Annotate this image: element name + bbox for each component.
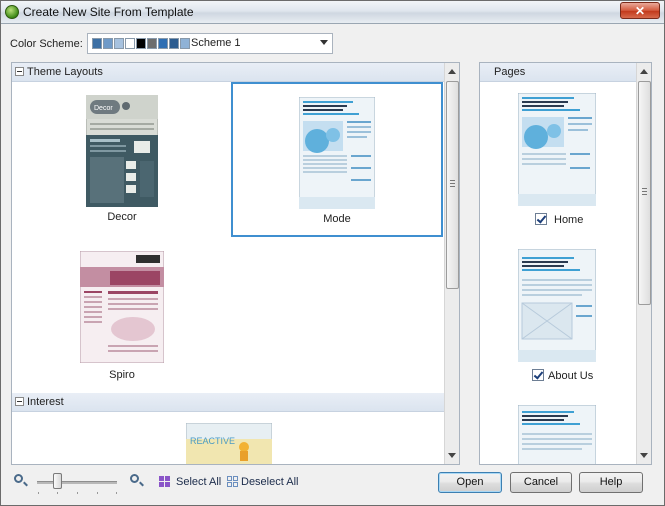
grip-line <box>450 186 455 187</box>
deselect-all-button[interactable]: Deselect All <box>241 476 298 488</box>
page-item-home[interactable] <box>517 92 598 209</box>
zoom-in-icon[interactable] <box>130 474 139 483</box>
interest-thumbnail: REACTIVE <box>185 422 273 464</box>
page-label-home: Home <box>554 214 584 226</box>
zoom-out-icon[interactable] <box>14 474 23 483</box>
slider-tick <box>116 492 117 494</box>
interest-preview-text: REACTIVE <box>190 436 235 446</box>
scroll-down-icon[interactable] <box>640 453 648 458</box>
template-name: Mode <box>323 213 351 225</box>
create-site-dialog: Create New Site From Template ✕ Color Sc… <box>0 0 665 506</box>
color-scheme-dropdown[interactable]: Scheme 1 <box>87 33 333 54</box>
collapse-icon[interactable] <box>15 397 24 406</box>
zoom-slider-thumb[interactable] <box>53 473 62 489</box>
page-item[interactable] <box>517 404 598 464</box>
swatch <box>125 38 135 49</box>
interest-label: Interest <box>27 396 64 408</box>
scrollbar-thumb[interactable] <box>446 81 459 289</box>
color-scheme-label: Color Scheme: <box>10 38 83 50</box>
grip-line <box>642 191 647 192</box>
template-tile-decor[interactable]: Decor Decor <box>72 91 172 225</box>
swatch <box>180 38 190 49</box>
template-tile-spiro[interactable]: Spiro <box>72 247 172 387</box>
pages-scrollbar[interactable] <box>636 63 651 464</box>
scroll-up-icon[interactable] <box>448 69 456 74</box>
window-title: Create New Site From Template <box>23 5 194 19</box>
page-item-about-us[interactable] <box>517 248 598 365</box>
slider-tick <box>38 492 39 494</box>
page-checkbox-about-us[interactable] <box>532 369 544 381</box>
cancel-button[interactable]: Cancel <box>510 472 572 493</box>
theme-layouts-pane: Theme Layouts Decor Decor Mode Spiro Int… <box>11 62 460 465</box>
swatch <box>169 38 179 49</box>
slider-tick <box>77 492 78 494</box>
theme-layouts-label: Theme Layouts <box>27 66 103 78</box>
swatch <box>158 38 168 49</box>
scroll-up-icon[interactable] <box>640 69 648 74</box>
spiro-thumbnail <box>80 251 164 363</box>
slider-tick <box>57 492 58 494</box>
theme-layouts-header[interactable]: Theme Layouts <box>12 63 444 82</box>
template-name: Spiro <box>109 369 135 381</box>
swatch <box>103 38 113 49</box>
scrollbar-thumb[interactable] <box>638 81 651 305</box>
scroll-down-icon[interactable] <box>448 453 456 458</box>
title-bar: Create New Site From Template ✕ <box>1 1 664 24</box>
template-tile-interest[interactable]: REACTIVE <box>185 422 273 464</box>
pages-pane: Pages Home About Us <box>479 62 652 465</box>
mode-thumbnail <box>299 97 375 209</box>
open-button[interactable]: Open <box>438 472 502 493</box>
help-button[interactable]: Help <box>579 472 643 493</box>
template-tile-mode[interactable]: Mode <box>231 82 443 237</box>
pages-header-label: Pages <box>494 66 526 78</box>
page-checkbox-home[interactable] <box>535 213 547 225</box>
deselect-all-icon[interactable] <box>227 476 238 487</box>
grip-line <box>642 194 647 195</box>
app-icon <box>5 5 19 19</box>
svg-text:Decor: Decor <box>94 105 113 112</box>
swatch <box>136 38 146 49</box>
template-name: Decor <box>107 211 137 223</box>
zoom-slider-track[interactable] <box>37 481 117 484</box>
chevron-down-icon[interactable] <box>320 40 328 45</box>
page-label-about-us: About Us <box>548 370 594 382</box>
page-thumbnail <box>517 92 597 207</box>
collapse-icon[interactable] <box>15 67 24 76</box>
close-button[interactable]: ✕ <box>620 2 660 19</box>
swatch <box>92 38 102 49</box>
grip-line <box>450 183 455 184</box>
select-all-button[interactable]: Select All <box>176 476 221 488</box>
select-all-icon[interactable] <box>159 476 170 487</box>
color-scheme-swatches <box>92 38 191 49</box>
theme-layouts-scrollbar[interactable] <box>444 63 459 464</box>
grip-line <box>642 188 647 189</box>
swatch <box>147 38 157 49</box>
page-thumbnail <box>517 248 597 363</box>
interest-header[interactable]: Interest <box>12 393 444 412</box>
page-thumbnail <box>517 404 597 464</box>
grip-line <box>450 180 455 181</box>
pages-header: Pages <box>480 63 636 82</box>
slider-tick <box>97 492 98 494</box>
color-scheme-value: Scheme 1 <box>191 37 241 49</box>
decor-thumbnail: Decor <box>86 95 158 207</box>
swatch <box>114 38 124 49</box>
